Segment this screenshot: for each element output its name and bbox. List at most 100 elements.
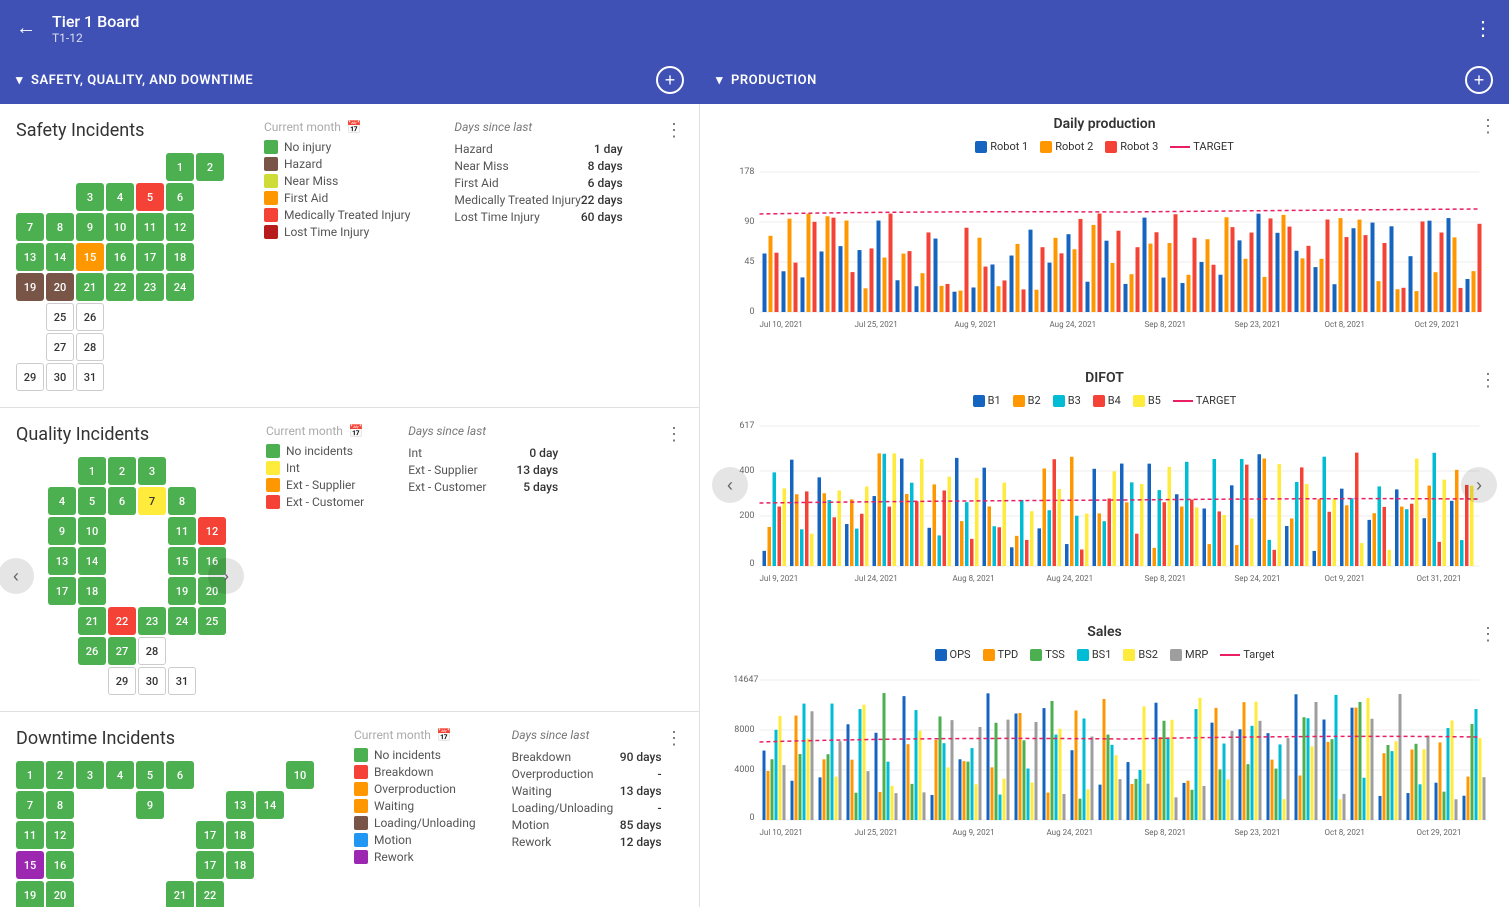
cal-day-23[interactable]: 23 — [136, 273, 164, 301]
downtime-incidents-title: Downtime Incidents — [16, 728, 314, 749]
cal-day-11[interactable]: 11 — [136, 213, 164, 241]
downtime-calendar-icon[interactable]: 📅 — [437, 728, 452, 742]
difot-more-icon[interactable]: ⋮ — [1479, 370, 1497, 391]
sales-more-icon[interactable]: ⋮ — [1479, 624, 1497, 645]
cal-day-8[interactable]: 8 — [46, 213, 74, 241]
quality-calendar-icon[interactable]: 📅 — [349, 424, 364, 438]
svg-text:Oct 8, 2021: Oct 8, 2021 — [1325, 320, 1365, 329]
daily-production-more-icon[interactable]: ⋮ — [1479, 116, 1497, 137]
difot-next-button[interactable]: › — [1461, 467, 1497, 503]
sales-legend: OPS TPD TSS BS1 BS2 MRP Target — [712, 648, 1497, 661]
svg-text:Jul 24, 2021: Jul 24, 2021 — [855, 574, 898, 583]
cal-day-17[interactable]: 17 — [136, 243, 164, 271]
quality-cal-next[interactable]: › — [208, 558, 244, 594]
right-panel: ⋮ Daily production Robot 1 Robot 2 Robot… — [700, 104, 1509, 907]
safety-calendar-icon[interactable]: 📅 — [347, 120, 362, 134]
cal-day-9[interactable]: 9 — [76, 213, 104, 241]
safety-incidents-section: Safety Incidents 1 2 3 4 — [0, 104, 699, 408]
more-menu-icon[interactable]: ⋮ — [1473, 16, 1493, 40]
quality-calendar: 1 2 3 4 5 6 7 8 — [48, 457, 226, 695]
cal-day-16[interactable]: 16 — [106, 243, 134, 271]
cal-day-3[interactable]: 3 — [76, 183, 104, 211]
cal-day-14[interactable]: 14 — [46, 243, 74, 271]
production-chevron-icon[interactable]: ▾ — [716, 73, 723, 88]
svg-text:Sep 8, 2021: Sep 8, 2021 — [1145, 828, 1187, 837]
cal-day-5[interactable]: 5 — [136, 183, 164, 211]
production-section-label: PRODUCTION — [731, 73, 817, 88]
downtime-calendar: 1 2 3 4 5 6 10 — [16, 761, 314, 907]
production-section-header: ▾ PRODUCTION + — [700, 56, 1509, 104]
safety-more-icon[interactable]: ⋮ — [665, 120, 683, 141]
cal-day-7[interactable]: 7 — [16, 213, 44, 241]
svg-text:Oct 29, 2021: Oct 29, 2021 — [1415, 320, 1460, 329]
svg-text:Aug 24, 2021: Aug 24, 2021 — [1050, 320, 1097, 329]
svg-text:Jul 10, 2021: Jul 10, 2021 — [760, 320, 803, 329]
cal-day-29[interactable]: 29 — [16, 363, 44, 391]
quality-incidents-title: Quality Incidents — [16, 424, 226, 445]
downtime-incidents-section: Downtime Incidents 1 2 3 4 5 6 — [0, 712, 699, 907]
quality-days-since-label: Days since last — [408, 424, 558, 438]
svg-text:0: 0 — [749, 559, 754, 569]
sales-chart: 14647 8000 4000 0 Jul 10, 2021 Jul 25, 2… — [712, 667, 1497, 837]
daily-production-legend: Robot 1 Robot 2 Robot 3 TARGET — [712, 140, 1497, 153]
daily-production-chart-section: ⋮ Daily production Robot 1 Robot 2 Robot… — [712, 116, 1497, 346]
quality-legend: No incidents Int Ext - Supplier Ext - Cu… — [266, 444, 364, 509]
svg-text:Aug 8, 2021: Aug 8, 2021 — [953, 574, 995, 583]
downtime-legend: No incidents Breakdown Overproduction Wa… — [354, 748, 476, 864]
cal-day-1[interactable]: 1 — [166, 153, 194, 181]
cal-day-25[interactable]: 25 — [46, 303, 74, 331]
cal-day-22[interactable]: 22 — [106, 273, 134, 301]
top-navigation: ← Tier 1 Board T1-12 ⋮ — [0, 0, 1509, 56]
quality-cal-prev[interactable]: ‹ — [0, 558, 34, 594]
svg-text:Sep 8, 2021: Sep 8, 2021 — [1145, 320, 1187, 329]
cal-day-4[interactable]: 4 — [106, 183, 134, 211]
sales-title: Sales — [712, 624, 1497, 640]
svg-text:Sep 24, 2021: Sep 24, 2021 — [1235, 574, 1281, 583]
left-panel: Safety Incidents 1 2 3 4 — [0, 104, 700, 907]
svg-text:Sep 23, 2021: Sep 23, 2021 — [1235, 828, 1281, 837]
cal-day-31[interactable]: 31 — [76, 363, 104, 391]
cal-day-28[interactable]: 28 — [76, 333, 104, 361]
sqd-add-button[interactable]: + — [656, 66, 684, 94]
cal-day-30[interactable]: 30 — [46, 363, 74, 391]
page-title: Tier 1 Board — [52, 12, 139, 31]
svg-text:Sep 8, 2021: Sep 8, 2021 — [1145, 574, 1187, 583]
cal-day-2[interactable]: 2 — [196, 153, 224, 181]
cal-day-18[interactable]: 18 — [166, 243, 194, 271]
cal-day-20[interactable]: 20 — [46, 273, 74, 301]
difot-prev-button[interactable]: ‹ — [712, 467, 748, 503]
cal-day-13[interactable]: 13 — [16, 243, 44, 271]
safety-incidents-title: Safety Incidents — [16, 120, 224, 141]
difot-legend: B1 B2 B3 B4 B5 TARGET — [712, 394, 1497, 407]
cal-day-10[interactable]: 10 — [106, 213, 134, 241]
cal-day-12[interactable]: 12 — [166, 213, 194, 241]
cal-day-26[interactable]: 26 — [76, 303, 104, 331]
back-button[interactable]: ← — [16, 17, 36, 40]
svg-text:4000: 4000 — [734, 765, 754, 775]
svg-text:Sep 23, 2021: Sep 23, 2021 — [1235, 320, 1281, 329]
safety-days-since-label: Days since last — [454, 120, 622, 134]
production-add-button[interactable]: + — [1465, 66, 1493, 94]
quality-more-icon[interactable]: ⋮ — [665, 424, 683, 445]
svg-text:200: 200 — [739, 511, 754, 521]
difot-chart: 617 400 200 0 Jul 9, 2021 Jul 24, 2021 A… — [712, 413, 1497, 583]
cal-day-6[interactable]: 6 — [166, 183, 194, 211]
safety-calendar: 1 2 3 4 5 6 7 — [16, 153, 224, 391]
cal-day-21[interactable]: 21 — [76, 273, 104, 301]
svg-text:8000: 8000 — [734, 725, 754, 735]
downtime-more-icon[interactable]: ⋮ — [665, 728, 683, 749]
svg-text:Oct 9, 2021: Oct 9, 2021 — [1325, 574, 1365, 583]
svg-text:Oct 31, 2021: Oct 31, 2021 — [1417, 574, 1462, 583]
cal-day-19[interactable]: 19 — [16, 273, 44, 301]
main-layout: Safety Incidents 1 2 3 4 — [0, 104, 1509, 907]
sqd-chevron-icon[interactable]: ▾ — [16, 73, 23, 88]
svg-text:Jul 25, 2021: Jul 25, 2021 — [855, 828, 898, 837]
cal-day-15[interactable]: 15 — [76, 243, 104, 271]
svg-text:Jul 10, 2021: Jul 10, 2021 — [760, 828, 803, 837]
quality-incidents-section: Quality Incidents ‹ 1 2 3 — [0, 408, 699, 712]
sqd-section-label: SAFETY, QUALITY, AND DOWNTIME — [31, 73, 253, 88]
svg-text:Oct 8, 2021: Oct 8, 2021 — [1325, 828, 1365, 837]
svg-text:Aug 24, 2021: Aug 24, 2021 — [1047, 574, 1094, 583]
cal-day-24[interactable]: 24 — [166, 273, 194, 301]
cal-day-27[interactable]: 27 — [46, 333, 74, 361]
